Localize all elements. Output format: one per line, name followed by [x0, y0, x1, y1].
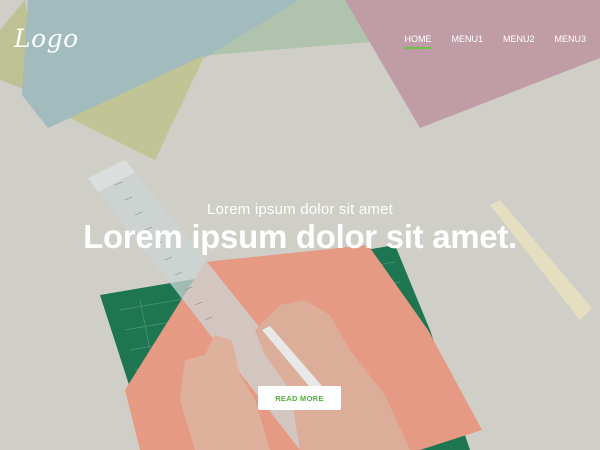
hero-section: Logo HOME MENU1 MENU2 MENU3 Lorem ipsum … [0, 0, 600, 450]
nav-item-menu1[interactable]: MENU1 [451, 34, 483, 49]
logo[interactable]: Logo [14, 24, 79, 53]
nav-item-home[interactable]: HOME [404, 34, 432, 49]
read-more-button[interactable]: READ MORE [258, 386, 341, 410]
hero-subtitle: Lorem ipsum dolor sit amet [206, 201, 394, 218]
nav-item-menu3[interactable]: MENU3 [554, 34, 586, 49]
top-navigation: Logo HOME MENU1 MENU2 MENU3 [0, 0, 600, 70]
nav-item-menu2[interactable]: MENU2 [503, 34, 535, 49]
nav-menu: HOME MENU1 MENU2 MENU3 [384, 34, 586, 49]
hero-headline: Lorem ipsum dolor sit amet. [83, 218, 517, 255]
